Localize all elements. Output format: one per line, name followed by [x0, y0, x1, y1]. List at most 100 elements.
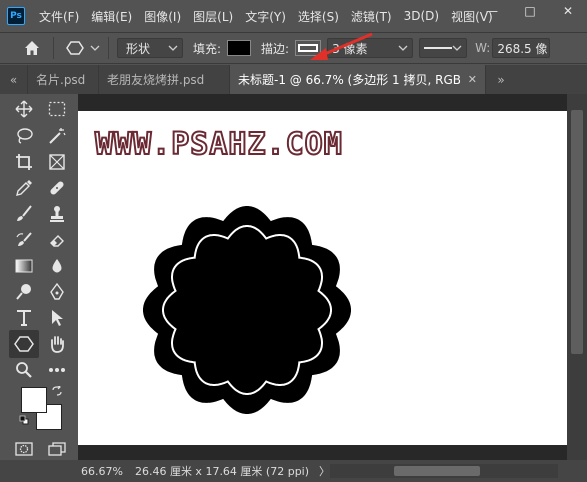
move-tool[interactable]	[11, 96, 37, 122]
close-button[interactable]: ✕	[549, 0, 587, 22]
menu-filter[interactable]: 滤镜(T)	[345, 8, 398, 25]
eraser-tool[interactable]	[44, 227, 70, 253]
annotation-arrow-icon	[310, 32, 373, 60]
gradient-icon	[15, 259, 33, 273]
document-info: 26.46 厘米 x 17.64 厘米 (72 ppi)	[134, 465, 310, 478]
home-button[interactable]	[17, 33, 47, 63]
fill-label: 填充:	[193, 41, 222, 56]
watermark-text: WWW.PSAHZ.COM	[94, 126, 343, 163]
quick-mask-icon	[15, 442, 33, 456]
photoshop-logo-icon: Ps	[7, 7, 25, 25]
tab-bbq-psd[interactable]: 老朋友烧烤拼.psd	[99, 65, 230, 94]
marquee-tool[interactable]	[44, 96, 70, 122]
bandage-icon	[50, 181, 64, 195]
window-controls: — □ ✕	[473, 0, 587, 22]
pen-tool[interactable]	[44, 279, 70, 305]
magic-wand-icon	[49, 128, 66, 144]
vertical-scrollbar[interactable]	[567, 94, 587, 460]
menu-layer[interactable]: 图层(L)	[187, 8, 239, 25]
default-colors-icon[interactable]	[19, 415, 29, 425]
brush-tool[interactable]	[11, 201, 37, 227]
hand-tool[interactable]	[44, 331, 70, 357]
clone-stamp-tool[interactable]	[44, 201, 70, 227]
tab-untitled-1[interactable]: 未标题-1 @ 66.7% (多边形 1 拷贝, RGB/8) * ✕	[230, 65, 486, 94]
divider	[53, 37, 54, 59]
mode-select[interactable]: 形状	[117, 38, 183, 58]
screen-mode-icon	[48, 442, 66, 456]
type-icon	[17, 310, 31, 326]
type-tool[interactable]	[11, 305, 37, 331]
fill-color-swatch[interactable]	[227, 40, 252, 56]
chevron-down-icon	[452, 45, 462, 51]
menu-3d[interactable]: 3D(D)	[398, 9, 445, 23]
more-tools-button[interactable]	[44, 357, 70, 383]
dodge-tool[interactable]	[11, 279, 37, 305]
blur-tool[interactable]	[44, 253, 70, 279]
options-bar: 形状 填充: 描边: 3 像素 W: 268.5 像	[0, 32, 587, 64]
gradient-tool[interactable]	[11, 253, 37, 279]
polygon-tool-icon	[14, 336, 34, 352]
tab-overflow-button[interactable]: «	[0, 65, 28, 94]
menu-file[interactable]: 文件(F)	[33, 8, 85, 25]
lasso-icon	[17, 128, 33, 144]
zoom-tool[interactable]	[11, 357, 37, 383]
arrow-pointer-icon	[52, 310, 63, 326]
frame-tool[interactable]	[44, 149, 70, 175]
home-icon	[25, 41, 39, 55]
width-input[interactable]: 268.5 像	[492, 38, 551, 58]
ellipsis-icon	[49, 368, 65, 372]
tool-preset-picker[interactable]	[66, 40, 100, 56]
tab-label: 老朋友烧烤拼.psd	[107, 73, 205, 87]
tools-panel	[0, 94, 78, 460]
crop-tool[interactable]	[11, 149, 37, 175]
stamp-icon	[50, 206, 64, 222]
crop-icon	[16, 154, 32, 170]
menu-image[interactable]: 图像(I)	[138, 8, 187, 25]
lasso-tool[interactable]	[11, 123, 37, 149]
maximize-button[interactable]: □	[511, 0, 549, 22]
stroke-type-select[interactable]	[419, 38, 468, 58]
magic-wand-tool[interactable]	[44, 123, 70, 149]
zoom-icon	[16, 362, 32, 378]
move-icon	[15, 100, 33, 118]
stroke-label: 描边:	[261, 41, 290, 56]
polygon-tool[interactable]	[9, 330, 39, 358]
path-selection-tool[interactable]	[44, 305, 70, 331]
foreground-color-swatch[interactable]	[21, 387, 47, 413]
minimize-button[interactable]: —	[473, 0, 511, 22]
menu-type[interactable]: 文字(Y)	[239, 8, 292, 25]
tab-label: 名片.psd	[36, 73, 86, 87]
scrollbar-thumb[interactable]	[571, 110, 583, 354]
tab-card-psd[interactable]: 名片.psd	[28, 65, 99, 94]
divider	[108, 37, 109, 59]
stroke-line-preview	[424, 47, 453, 49]
frame-icon	[49, 154, 65, 170]
scrollbar-thumb[interactable]	[394, 466, 480, 476]
quick-mask-button[interactable]	[11, 436, 37, 462]
tab-label: 未标题-1 @ 66.7% (多边形 1 拷贝, RGB/8) *	[238, 73, 460, 87]
hand-icon	[51, 336, 64, 353]
tab-more-button[interactable]: »	[486, 65, 516, 94]
healing-brush-tool[interactable]	[44, 175, 70, 201]
zoom-level[interactable]: 66.67%	[81, 465, 123, 478]
screen-mode-button[interactable]	[44, 436, 70, 462]
history-brush-tool[interactable]	[11, 227, 37, 253]
menu-bar: Ps 文件(F) 编辑(E) 图像(I) 图层(L) 文字(Y) 选择(S) 滤…	[0, 0, 587, 32]
close-tab-icon[interactable]: ✕	[468, 73, 477, 86]
horizontal-scrollbar[interactable]	[330, 464, 558, 478]
chevron-down-icon	[168, 45, 178, 51]
drop-icon	[52, 259, 62, 273]
history-brush-icon	[16, 232, 32, 246]
eyedropper-tool[interactable]	[11, 175, 37, 201]
status-bar: 66.67% 26.46 厘米 x 17.64 厘米 (72 ppi) 〉	[0, 460, 587, 482]
document-tab-bar: « 名片.psd 老朋友烧烤拼.psd 未标题-1 @ 66.7% (多边形 1…	[0, 65, 587, 94]
dodge-icon	[16, 284, 31, 300]
swap-colors-icon[interactable]	[52, 386, 62, 396]
menu-select[interactable]: 选择(S)	[292, 8, 345, 25]
status-menu-arrow-icon[interactable]: 〉	[319, 463, 330, 479]
eyedropper-icon	[16, 180, 32, 196]
width-label: W:	[475, 41, 491, 55]
eraser-icon	[50, 235, 64, 247]
menu-edit[interactable]: 编辑(E)	[85, 8, 138, 25]
chevron-down-icon	[398, 45, 408, 51]
